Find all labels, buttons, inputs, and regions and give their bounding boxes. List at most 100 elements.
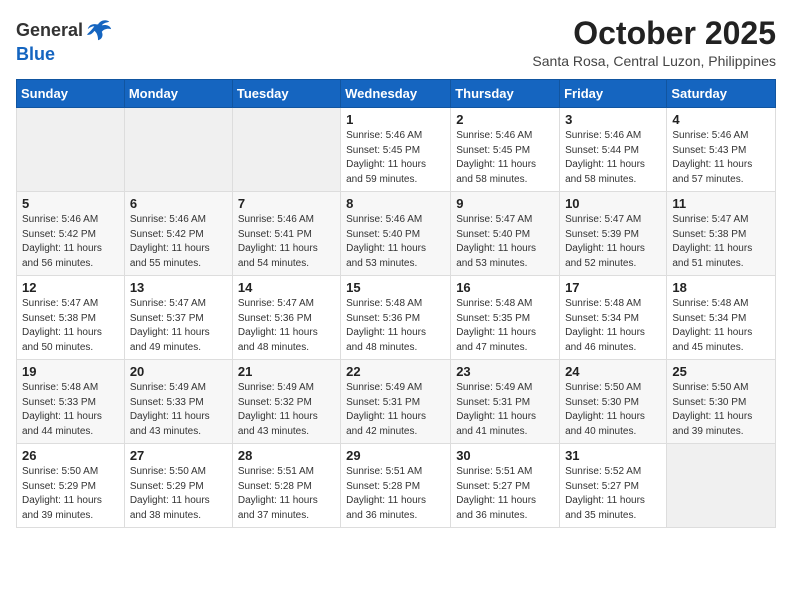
- day-number: 25: [672, 364, 770, 379]
- day-number: 14: [238, 280, 335, 295]
- day-number: 18: [672, 280, 770, 295]
- day-info: Sunrise: 5:49 AM Sunset: 5:33 PM Dayligh…: [130, 381, 227, 439]
- day-number: 1: [346, 112, 445, 127]
- weekday-header-saturday: Saturday: [667, 80, 776, 108]
- calendar-cell: 9 Sunrise: 5:47 AM Sunset: 5:40 PM Daylig…: [451, 192, 560, 276]
- location-subtitle: Santa Rosa, Central Luzon, Philippines: [532, 53, 776, 69]
- day-number: 28: [238, 448, 335, 463]
- calendar-cell: 1Sunrise: 5:46 AM Sunset: 5:45 PM Daylig…: [341, 108, 451, 192]
- calendar-cell: [232, 108, 340, 192]
- calendar-cell: 2Sunrise: 5:46 AM Sunset: 5:45 PM Daylig…: [451, 108, 560, 192]
- calendar-week-4: 19 Sunrise: 5:48 AM Sunset: 5:33 PM Dayli…: [17, 360, 776, 444]
- calendar-week-5: 26 Sunrise: 5:50 AM Sunset: 5:29 PM Dayli…: [17, 444, 776, 528]
- day-number: 15: [346, 280, 445, 295]
- calendar-cell: 23Sunrise: 5:49 AM Sunset: 5:31 PM Dayli…: [451, 360, 560, 444]
- day-info: Sunrise: 5:46 AM Sunset: 5:42 PM Dayligh…: [22, 213, 119, 271]
- calendar-cell: 20 Sunrise: 5:49 AM Sunset: 5:33 PM Dayli…: [124, 360, 232, 444]
- day-info: Sunrise: 5:47 AM Sunset: 5:37 PM Dayligh…: [130, 297, 227, 355]
- day-info: Sunrise: 5:52 AM Sunset: 5:27 PM Dayligh…: [565, 465, 661, 523]
- calendar-cell: 19 Sunrise: 5:48 AM Sunset: 5:33 PM Dayli…: [17, 360, 125, 444]
- day-number: 8: [346, 196, 445, 211]
- calendar-cell: 16Sunrise: 5:48 AM Sunset: 5:35 PM Dayli…: [451, 276, 560, 360]
- day-info: Sunrise: 5:47 AM Sunset: 5:40 PM Dayligh…: [456, 213, 554, 271]
- day-info: Sunrise: 5:48 AM Sunset: 5:33 PM Dayligh…: [22, 381, 119, 439]
- logo-general-text: General: [16, 20, 83, 41]
- day-number: 23: [456, 364, 554, 379]
- weekday-header-monday: Monday: [124, 80, 232, 108]
- day-number: 30: [456, 448, 554, 463]
- calendar-cell: 17Sunrise: 5:48 AM Sunset: 5:34 PM Dayli…: [560, 276, 667, 360]
- day-info: Sunrise: 5:51 AM Sunset: 5:28 PM Dayligh…: [346, 465, 445, 523]
- weekday-header-wednesday: Wednesday: [341, 80, 451, 108]
- day-number: 31: [565, 448, 661, 463]
- day-number: 5: [22, 196, 119, 211]
- logo: General Blue: [16, 16, 113, 65]
- day-info: Sunrise: 5:50 AM Sunset: 5:29 PM Dayligh…: [130, 465, 227, 523]
- calendar-cell: 4Sunrise: 5:46 AM Sunset: 5:43 PM Daylig…: [667, 108, 776, 192]
- calendar-cell: 29 Sunrise: 5:51 AM Sunset: 5:28 PM Dayli…: [341, 444, 451, 528]
- day-number: 19: [22, 364, 119, 379]
- calendar-cell: 22Sunrise: 5:49 AM Sunset: 5:31 PM Dayli…: [341, 360, 451, 444]
- calendar-cell: 3 Sunrise: 5:46 AM Sunset: 5:44 PM Daylig…: [560, 108, 667, 192]
- day-info: Sunrise: 5:48 AM Sunset: 5:34 PM Dayligh…: [672, 297, 770, 355]
- calendar-cell: 27 Sunrise: 5:50 AM Sunset: 5:29 PM Dayli…: [124, 444, 232, 528]
- day-number: 4: [672, 112, 770, 127]
- calendar-cell: 26 Sunrise: 5:50 AM Sunset: 5:29 PM Dayli…: [17, 444, 125, 528]
- day-info: Sunrise: 5:48 AM Sunset: 5:35 PM Dayligh…: [456, 297, 554, 355]
- weekday-header-sunday: Sunday: [17, 80, 125, 108]
- day-number: 29: [346, 448, 445, 463]
- day-info: Sunrise: 5:47 AM Sunset: 5:38 PM Dayligh…: [22, 297, 119, 355]
- day-number: 20: [130, 364, 227, 379]
- calendar-cell: 24Sunrise: 5:50 AM Sunset: 5:30 PM Dayli…: [560, 360, 667, 444]
- day-info: Sunrise: 5:51 AM Sunset: 5:27 PM Dayligh…: [456, 465, 554, 523]
- calendar-cell: 11 Sunrise: 5:47 AM Sunset: 5:38 PM Dayli…: [667, 192, 776, 276]
- day-number: 26: [22, 448, 119, 463]
- month-year-title: October 2025: [532, 16, 776, 51]
- day-info: Sunrise: 5:46 AM Sunset: 5:40 PM Dayligh…: [346, 213, 445, 271]
- calendar-week-1: 1Sunrise: 5:46 AM Sunset: 5:45 PM Daylig…: [17, 108, 776, 192]
- calendar-cell: 31 Sunrise: 5:52 AM Sunset: 5:27 PM Dayli…: [560, 444, 667, 528]
- day-info: Sunrise: 5:47 AM Sunset: 5:39 PM Dayligh…: [565, 213, 661, 271]
- day-info: Sunrise: 5:46 AM Sunset: 5:42 PM Dayligh…: [130, 213, 227, 271]
- day-number: 10: [565, 196, 661, 211]
- calendar-week-2: 5 Sunrise: 5:46 AM Sunset: 5:42 PM Daylig…: [17, 192, 776, 276]
- calendar-cell: 12 Sunrise: 5:47 AM Sunset: 5:38 PM Dayli…: [17, 276, 125, 360]
- calendar-cell: 30 Sunrise: 5:51 AM Sunset: 5:27 PM Dayli…: [451, 444, 560, 528]
- day-info: Sunrise: 5:51 AM Sunset: 5:28 PM Dayligh…: [238, 465, 335, 523]
- weekday-header-thursday: Thursday: [451, 80, 560, 108]
- day-number: 9: [456, 196, 554, 211]
- day-info: Sunrise: 5:47 AM Sunset: 5:38 PM Dayligh…: [672, 213, 770, 271]
- calendar-cell: 15Sunrise: 5:48 AM Sunset: 5:36 PM Dayli…: [341, 276, 451, 360]
- day-number: 2: [456, 112, 554, 127]
- weekday-header-tuesday: Tuesday: [232, 80, 340, 108]
- day-number: 24: [565, 364, 661, 379]
- day-number: 12: [22, 280, 119, 295]
- calendar-cell: 14 Sunrise: 5:47 AM Sunset: 5:36 PM Dayli…: [232, 276, 340, 360]
- day-number: 11: [672, 196, 770, 211]
- logo-bird-icon: [85, 16, 113, 44]
- weekday-header-row: SundayMondayTuesdayWednesdayThursdayFrid…: [17, 80, 776, 108]
- calendar-cell: 25Sunrise: 5:50 AM Sunset: 5:30 PM Dayli…: [667, 360, 776, 444]
- calendar-cell: 7Sunrise: 5:46 AM Sunset: 5:41 PM Daylig…: [232, 192, 340, 276]
- calendar-table: SundayMondayTuesdayWednesdayThursdayFrid…: [16, 79, 776, 528]
- day-number: 22: [346, 364, 445, 379]
- title-area: October 2025 Santa Rosa, Central Luzon, …: [532, 16, 776, 69]
- calendar-cell: 13Sunrise: 5:47 AM Sunset: 5:37 PM Dayli…: [124, 276, 232, 360]
- day-number: 3: [565, 112, 661, 127]
- calendar-week-3: 12 Sunrise: 5:47 AM Sunset: 5:38 PM Dayli…: [17, 276, 776, 360]
- calendar-cell: [124, 108, 232, 192]
- day-info: Sunrise: 5:47 AM Sunset: 5:36 PM Dayligh…: [238, 297, 335, 355]
- calendar-cell: 21 Sunrise: 5:49 AM Sunset: 5:32 PM Dayli…: [232, 360, 340, 444]
- day-number: 27: [130, 448, 227, 463]
- day-info: Sunrise: 5:49 AM Sunset: 5:32 PM Dayligh…: [238, 381, 335, 439]
- calendar-cell: 8 Sunrise: 5:46 AM Sunset: 5:40 PM Daylig…: [341, 192, 451, 276]
- calendar-cell: 18 Sunrise: 5:48 AM Sunset: 5:34 PM Dayli…: [667, 276, 776, 360]
- day-info: Sunrise: 5:48 AM Sunset: 5:34 PM Dayligh…: [565, 297, 661, 355]
- day-number: 21: [238, 364, 335, 379]
- calendar-cell: 28 Sunrise: 5:51 AM Sunset: 5:28 PM Dayli…: [232, 444, 340, 528]
- day-info: Sunrise: 5:50 AM Sunset: 5:29 PM Dayligh…: [22, 465, 119, 523]
- calendar-cell: 5 Sunrise: 5:46 AM Sunset: 5:42 PM Daylig…: [17, 192, 125, 276]
- day-info: Sunrise: 5:46 AM Sunset: 5:41 PM Dayligh…: [238, 213, 335, 271]
- page-header: General Blue October 2025 Santa Rosa, Ce…: [16, 16, 776, 69]
- day-info: Sunrise: 5:46 AM Sunset: 5:44 PM Dayligh…: [565, 129, 661, 187]
